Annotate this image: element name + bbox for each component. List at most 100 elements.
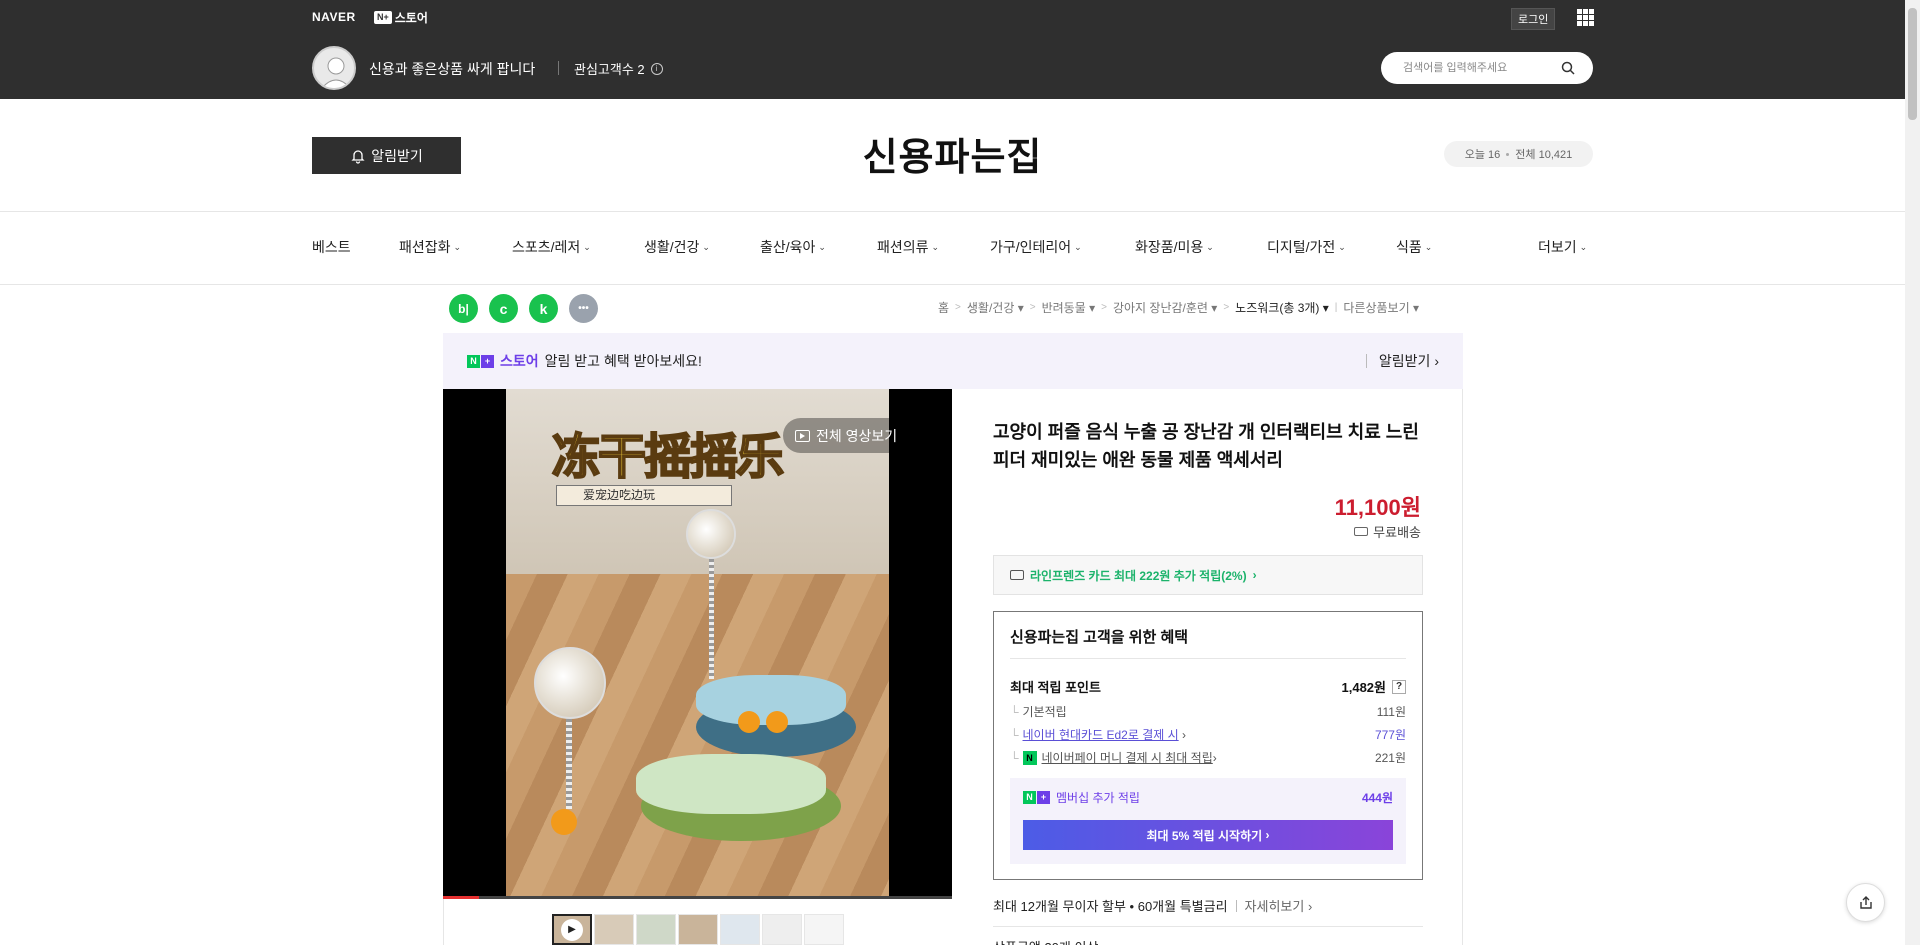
info-icon[interactable]: i bbox=[650, 62, 663, 75]
full-video-label: 전체 영상보기 bbox=[816, 427, 898, 444]
nav-item-furniture[interactable]: 가구/인테리어 ⌄ bbox=[990, 237, 1082, 257]
product-price: 11,100원 bbox=[1334, 495, 1421, 520]
npay-point-link[interactable]: 네이버페이 머니 결제 시 최대 적립 bbox=[1042, 749, 1213, 766]
benefit-title: 신용파는집 고객을 위한 혜택 bbox=[1010, 629, 1189, 646]
card-point-link[interactable]: 네이버 현대카드 Ed2로 결제 시 bbox=[1023, 728, 1179, 742]
visit-today: 오늘 16 bbox=[1464, 149, 1501, 161]
card-point-row: └ 네이버 현대카드 Ed2로 결제 시 › 777원 bbox=[1010, 728, 1406, 742]
nav-item-digital[interactable]: 디지털/가전 ⌄ bbox=[1267, 237, 1346, 257]
chevron-right-icon: › bbox=[1252, 568, 1257, 582]
product-video[interactable]: 冻干摇摇乐 爱宠边吃边玩 bbox=[443, 389, 952, 898]
search-input[interactable] bbox=[1401, 61, 1561, 75]
benefit-box: 신용파는집 고객을 위한 혜택 최대 적립 포인트 1,482원? └ 기본적립 … bbox=[993, 611, 1423, 880]
thumbnail[interactable] bbox=[804, 914, 844, 945]
membership-start-button[interactable]: 최대 5% 적립 시작하기 › bbox=[1023, 820, 1393, 850]
breadcrumb-c2[interactable]: 반려동물 ▾ bbox=[1042, 299, 1096, 316]
chevron-down-icon: ⌄ bbox=[1424, 241, 1433, 252]
installment-more-link[interactable]: 자세히보기 › bbox=[1245, 896, 1313, 915]
interest-count: 관심고객수 2 bbox=[574, 62, 645, 77]
cafe-share-icon[interactable]: c bbox=[489, 294, 518, 323]
talk-share-icon[interactable]: k bbox=[529, 294, 558, 323]
membership-row: N + 멤버십 추가 적립 444원 bbox=[1023, 789, 1393, 806]
apps-grid-icon[interactable] bbox=[1577, 9, 1594, 26]
naver-store-logo[interactable]: N+ 스토어 bbox=[374, 9, 428, 26]
basic-point-row: └ 기본적립 111원 bbox=[1010, 705, 1406, 719]
visit-total: 전체 10,421 bbox=[1515, 149, 1573, 161]
full-video-button[interactable]: 전체 영상보기 bbox=[783, 418, 910, 453]
product-title: 고양이 퍼즐 음식 누출 공 장난감 개 인터랙티브 치료 느린 피더 재미있는… bbox=[993, 422, 1419, 470]
nav-item-more[interactable]: 더보기 ⌄ bbox=[1538, 237, 1587, 257]
breadcrumb-c3[interactable]: 강아지 장난감/훈련 ▾ bbox=[1113, 299, 1217, 316]
interest-customers: 관심고객수 2 i bbox=[574, 59, 663, 78]
blog-share-icon[interactable]: b| bbox=[449, 294, 478, 323]
video-title-text: 冻干摇摇乐 bbox=[551, 428, 785, 486]
thumbnail[interactable] bbox=[594, 914, 634, 945]
card-promo[interactable]: 라인프렌즈 카드 최대 222원 추가 적립(2%) › bbox=[993, 555, 1423, 595]
basic-point-value: 111원 bbox=[1376, 705, 1406, 719]
thumbnail[interactable] bbox=[720, 914, 760, 945]
membership-label: 멤버십 추가 적립 bbox=[1056, 791, 1140, 805]
max-point-label: 최대 적립 포인트 bbox=[1010, 680, 1101, 695]
chevron-down-icon: ⌄ bbox=[583, 241, 591, 252]
video-frame: 冻干摇摇乐 爱宠边吃边玩 bbox=[506, 389, 889, 898]
banner-alarm-button[interactable]: 알림받기 › bbox=[1379, 351, 1439, 371]
installment-divider bbox=[993, 926, 1423, 927]
share-button[interactable] bbox=[1846, 883, 1885, 922]
installment-text: 최대 12개월 무이자 할부 • 60개월 특별금리 bbox=[993, 899, 1228, 914]
thumbnail[interactable] bbox=[636, 914, 676, 945]
chevron-down-icon: ⌄ bbox=[1074, 241, 1082, 252]
breadcrumb-c4[interactable]: 노즈워크(총 3개) ▾ bbox=[1235, 299, 1329, 316]
store-label: 스토어 bbox=[394, 11, 428, 25]
share-icon bbox=[1859, 895, 1872, 909]
nav-item-sports[interactable]: 스포츠/레저 ⌄ bbox=[512, 237, 591, 257]
thumbnail[interactable] bbox=[762, 914, 802, 945]
help-icon[interactable]: ? bbox=[1392, 679, 1406, 694]
search-icon[interactable] bbox=[1561, 61, 1575, 75]
nav-item-food[interactable]: 식품 ⌄ bbox=[1396, 237, 1432, 257]
store-title[interactable]: 신용파는집 bbox=[0, 126, 1905, 181]
video-subtitle-text: 爱宠边吃边玩 bbox=[556, 485, 732, 506]
scrollbar-thumb[interactable] bbox=[1908, 8, 1917, 120]
card-promo-text: 라인프렌즈 카드 최대 222원 추가 적립(2%) bbox=[1030, 568, 1247, 583]
chevron-down-icon: ⌄ bbox=[931, 241, 940, 252]
benefit-divider bbox=[1010, 658, 1406, 659]
nplus-logo: N + bbox=[467, 354, 494, 368]
thumbnail-video[interactable]: ▶ bbox=[552, 914, 592, 945]
nav-item-clothing[interactable]: 패션의류 ⌄ bbox=[877, 237, 939, 257]
chevron-down-icon: ⌄ bbox=[818, 241, 826, 252]
max-point-row: 최대 적립 포인트 1,482원? bbox=[1010, 677, 1406, 696]
login-button[interactable]: 로그인 bbox=[1511, 8, 1556, 30]
scrollbar[interactable] bbox=[1905, 0, 1920, 945]
chevron-down-icon: ⌄ bbox=[702, 241, 710, 252]
breadcrumb-home[interactable]: 홈 bbox=[938, 299, 949, 316]
store-avatar[interactable] bbox=[312, 46, 356, 90]
other-products[interactable]: 다른상품보기 ▾ bbox=[1343, 299, 1419, 316]
video-progress-fill bbox=[443, 896, 479, 899]
nav-item-best[interactable]: 베스트 bbox=[312, 237, 351, 257]
nav-item-cosmetics[interactable]: 화장품/미용 ⌄ bbox=[1135, 237, 1214, 257]
naver-logo[interactable]: NAVER bbox=[312, 10, 356, 24]
search-box[interactable] bbox=[1381, 52, 1593, 84]
thumbnail[interactable] bbox=[678, 914, 718, 945]
nav-item-living[interactable]: 생활/건강 ⌄ bbox=[644, 237, 710, 257]
banner-store-label: 스토어 bbox=[500, 353, 539, 369]
store-tagline[interactable]: 신용과 좋은상품 싸게 팝니다 bbox=[369, 59, 535, 79]
truck-icon bbox=[1354, 527, 1369, 536]
nplus-logo: N + bbox=[1023, 791, 1050, 804]
video-icon bbox=[795, 429, 810, 442]
nav-item-baby[interactable]: 출산/육아 ⌄ bbox=[760, 237, 826, 257]
more-share-icon[interactable]: ••• bbox=[569, 294, 598, 323]
banner-text: 알림 받고 혜택 받아보세요! bbox=[544, 353, 702, 369]
nplus-badge: N+ bbox=[374, 11, 392, 24]
shipping-info: 무료배송 bbox=[1000, 522, 1421, 541]
chevron-down-icon: ⌄ bbox=[1579, 241, 1588, 252]
npay-icon: N bbox=[1022, 750, 1037, 765]
max-point-value: 1,482원 bbox=[1341, 680, 1387, 695]
membership-value: 444원 bbox=[1361, 791, 1393, 805]
video-progress-bar[interactable] bbox=[443, 896, 952, 899]
nav-item-fashion-goods[interactable]: 패션잡화 ⌄ bbox=[399, 237, 461, 257]
breadcrumb-c1[interactable]: 생활/건강 ▾ bbox=[967, 299, 1024, 316]
tagline-divider bbox=[558, 61, 559, 75]
visit-counter: 오늘 16 전체 10,421 bbox=[1444, 141, 1593, 167]
thumbnail-strip: ▶ bbox=[552, 914, 844, 945]
